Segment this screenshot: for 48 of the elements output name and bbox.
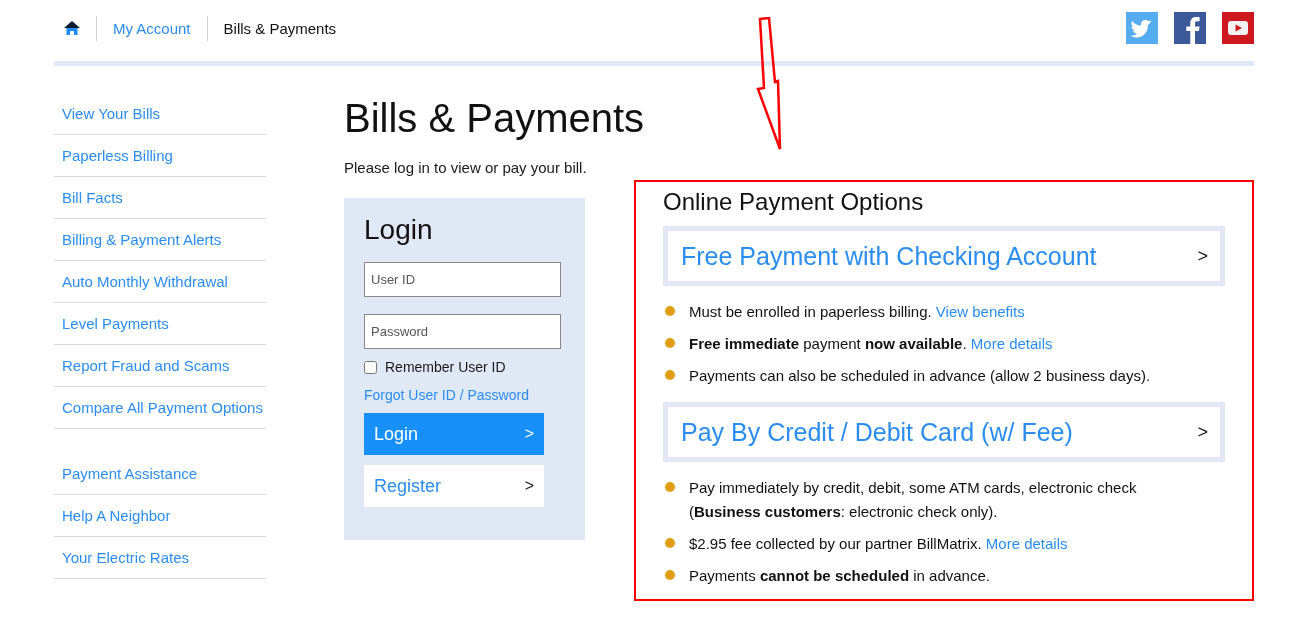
breadcrumb-current: Bills & Payments — [223, 19, 337, 37]
facebook-icon[interactable] — [1174, 12, 1206, 44]
sidebar-link[interactable]: Auto Monthly Withdrawal — [54, 261, 266, 303]
sidebar-link[interactable]: Payment Assistance — [54, 453, 266, 495]
bullet-dot — [665, 338, 675, 348]
text-link[interactable]: More details — [970, 335, 1053, 352]
intro-text: Please log in to view or pay your bill. — [344, 159, 588, 176]
text-link[interactable]: More details — [985, 535, 1068, 552]
bullet-dot — [665, 370, 675, 380]
login-heading: Login — [364, 214, 434, 246]
sidebar-link[interactable]: Billing & Payment Alerts — [54, 219, 266, 261]
bullet-text: Free immediate payment now available. More details — [689, 334, 1053, 354]
sidebar-link[interactable]: Report Fraud and Scams — [54, 345, 266, 387]
bullet-dot — [665, 570, 675, 580]
bullet-text: Pay immediately by credit, debit, some ATM cards, electronic check (Business customers: electronic check only). — [689, 478, 1138, 522]
input-field[interactable]: Password — [364, 314, 561, 349]
sidebar-link[interactable]: View Your Bills — [54, 93, 266, 135]
option-link[interactable]: Pay By Credit / Debit Card (w/ Fee) > — [663, 402, 1225, 462]
bullet-dot — [665, 306, 675, 316]
bullet-text: Payments can also be scheduled in advance (allow 2 business days). — [689, 366, 1151, 386]
bullet-text: Payments cannot be scheduled in advance. — [689, 566, 990, 586]
option-link[interactable]: Free Payment with Checking Account > — [663, 226, 1225, 286]
text-link[interactable]: View benefits — [935, 303, 1025, 320]
youtube-icon[interactable] — [1222, 12, 1254, 44]
checkbox-label: Remember User ID — [385, 359, 506, 375]
chevron-icon: > — [1197, 245, 1208, 267]
checkbox[interactable] — [364, 360, 377, 374]
login-button[interactable]: Login > — [364, 413, 544, 455]
sidebar-link[interactable]: Bill Facts — [54, 177, 266, 219]
section-heading: Online Payment Options — [663, 188, 925, 216]
sidebar-link[interactable]: Paperless Billing — [54, 135, 266, 177]
sidebar-link[interactable]: Your Electric Rates — [54, 537, 266, 579]
page-title: Bills & Payments — [344, 95, 646, 142]
bullet-text: Must be enrolled in paperless billing. View benefits — [689, 302, 1025, 322]
home-icon[interactable] — [64, 21, 80, 35]
breadcrumb-link[interactable]: My Account — [113, 19, 191, 37]
chevron-icon: > — [524, 477, 534, 495]
forgot-link[interactable]: Forgot User ID / Password — [364, 387, 565, 403]
sidebar-link[interactable]: Help A Neighbor — [54, 495, 266, 537]
input-field[interactable]: User ID — [364, 262, 561, 297]
chevron-icon: > — [524, 425, 534, 443]
sidebar-link[interactable]: Compare All Payment Options — [54, 387, 266, 429]
bullet-dot — [665, 482, 675, 492]
chevron-icon: > — [1197, 421, 1208, 443]
sidebar-link[interactable]: Level Payments — [54, 303, 266, 345]
bullet-text: $2.95 fee collected by our partner BillMatrix. More details — [689, 534, 1068, 554]
bullet-dot — [665, 538, 675, 548]
register-button[interactable]: Register > — [364, 465, 544, 507]
